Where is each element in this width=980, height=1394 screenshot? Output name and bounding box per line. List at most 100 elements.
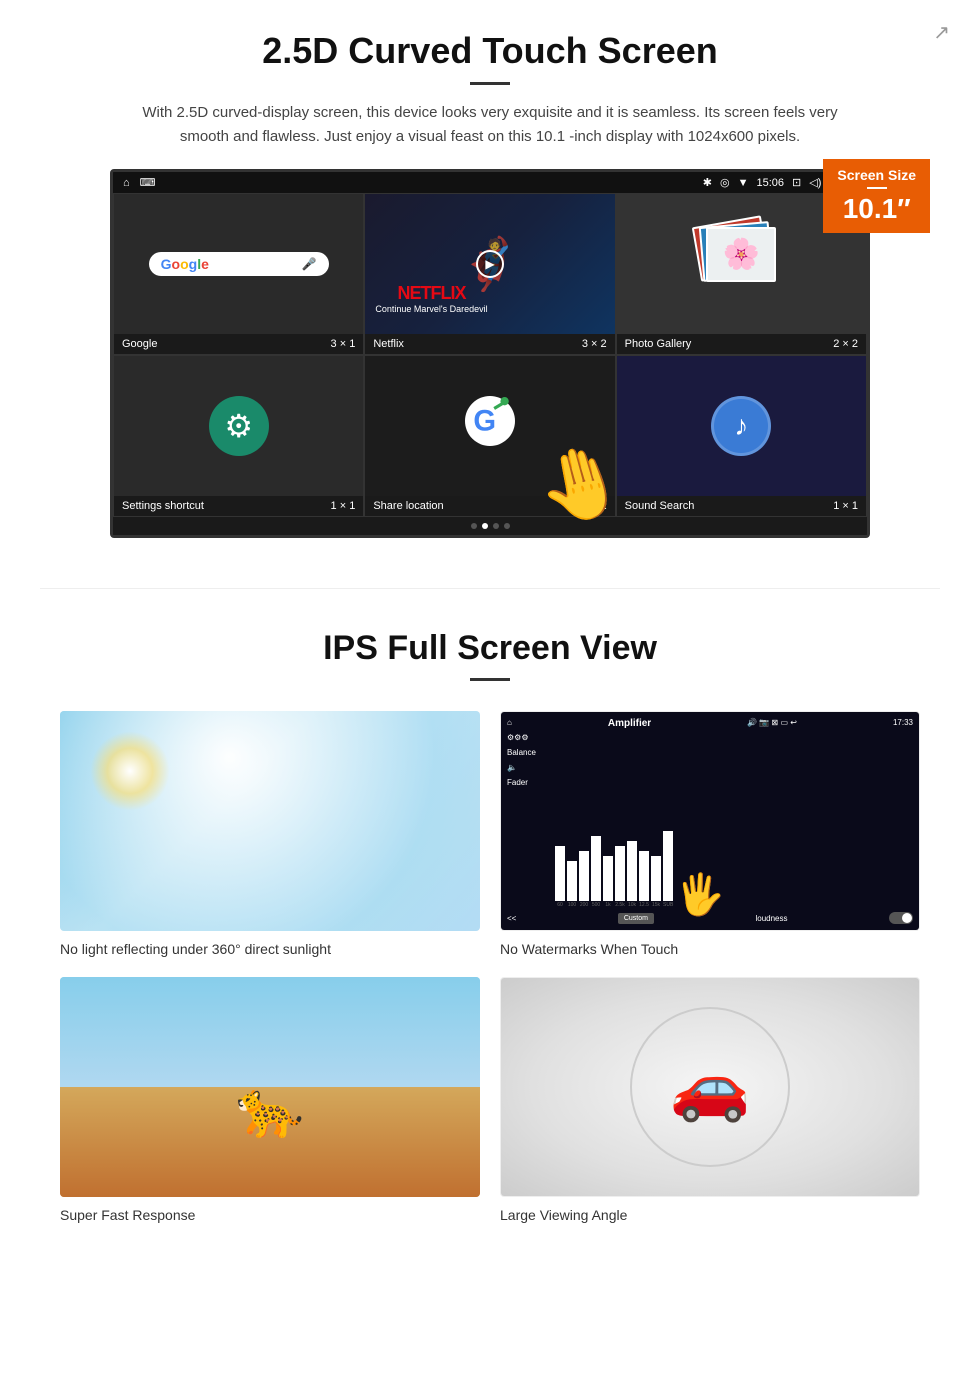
share-app-name: Share location xyxy=(373,500,443,512)
settings-app-name: Settings shortcut xyxy=(122,500,204,512)
screen-dots xyxy=(113,517,867,535)
amp-bars-container: 60 100 200 xyxy=(555,733,913,908)
google-app-name: Google xyxy=(122,338,157,350)
device-screen: ⌂ ⌨ ✱ ◎ ▼ 15:06 ⊡ ◁) ⊠ ▭ xyxy=(110,169,870,538)
play-button[interactable]: ▶ xyxy=(476,250,504,278)
netflix-label-row: Netflix 3 × 2 xyxy=(365,334,614,354)
sound-search-cell[interactable]: ♪ Sound Search 1 × 1 xyxy=(616,355,867,517)
amp-screen: ⌂ Amplifier 🔊 📷 ⊠ ▭ ↩ 17:33 ⚙⚙⚙ Balance … xyxy=(501,712,919,930)
amp-bar-fill-sub xyxy=(663,831,673,901)
amp-bar-fill-15k xyxy=(651,856,661,901)
home-icon[interactable]: ⌂ xyxy=(123,177,130,189)
feature-car: 🚗 ↗ Large Viewing Angle xyxy=(500,977,920,1223)
feature-sunlight: No light reflecting under 360° direct su… xyxy=(60,711,480,957)
amp-loudness-label: loudness xyxy=(755,914,787,923)
settings-label-row: Settings shortcut 1 × 1 xyxy=(114,496,363,516)
photo-label-row: Photo Gallery 2 × 2 xyxy=(617,334,866,354)
badge-line xyxy=(867,187,887,189)
device-wrapper: Screen Size 10.1″ ⌂ ⌨ ✱ ◎ ▼ 15:06 xyxy=(110,169,870,538)
amp-toggle[interactable] xyxy=(889,912,913,924)
page: 2.5D Curved Touch Screen With 2.5D curve… xyxy=(0,0,980,1253)
settings-app-cell[interactable]: ⚙ Settings shortcut 1 × 1 xyxy=(113,355,364,517)
sunlight-visual xyxy=(60,711,480,931)
sound-grid-size: 1 × 1 xyxy=(833,500,858,512)
bluetooth-icon: ✱ xyxy=(703,176,712,189)
amplifier-label: No Watermarks When Touch xyxy=(500,941,920,957)
badge-title: Screen Size xyxy=(837,167,916,183)
section1-description: With 2.5D curved-display screen, this de… xyxy=(140,101,840,149)
amp-custom-btn[interactable]: Custom xyxy=(618,913,654,924)
car-label: Large Viewing Angle xyxy=(500,1207,920,1223)
music-note-icon: ♪ xyxy=(734,410,748,442)
netflix-grid-size: 3 × 2 xyxy=(582,338,607,350)
amp-icons: 🔊 📷 ⊠ ▭ ↩ xyxy=(747,718,797,729)
sunlight-label: No light reflecting under 360° direct su… xyxy=(60,941,480,957)
amp-fader-label: Fader xyxy=(507,778,547,787)
section1-title: 2.5D Curved Touch Screen xyxy=(60,30,920,72)
netflix-cell-content: 🦸 ▶ NETFLIX Continue Marvel's Daredevil xyxy=(365,194,614,334)
netflix-overlay: NETFLIX Continue Marvel's Daredevil xyxy=(375,283,487,314)
amp-left-controls: ⚙⚙⚙ Balance 🔈 Fader xyxy=(507,733,547,908)
amp-bar-fill-200 xyxy=(579,851,589,901)
section2-underline xyxy=(470,678,510,681)
badge-size: 10.1″ xyxy=(837,193,916,225)
car-visual: 🚗 ↗ xyxy=(501,978,919,1196)
netflix-app-name: Netflix xyxy=(373,338,404,350)
google-app-cell[interactable]: Google 🎤 Google 3 × 1 xyxy=(113,193,364,355)
settings-cell-content: ⚙ xyxy=(114,356,363,496)
amp-bar-fill-25k xyxy=(615,846,625,901)
google-maps-svg: G xyxy=(465,396,515,446)
location-icon: ◎ xyxy=(720,176,730,189)
amp-bar-fill-1k xyxy=(603,856,613,901)
netflix-subtitle: Continue Marvel's Daredevil xyxy=(375,304,487,314)
google-search-bar[interactable]: Google 🎤 xyxy=(149,252,329,276)
cheetah-image: 🐆 xyxy=(60,977,480,1197)
usb-icon: ⌨ xyxy=(140,176,156,189)
cheetah-emoji: 🐆 xyxy=(236,1077,304,1142)
photo-stack: 🌸 xyxy=(696,219,786,309)
section2-title: IPS Full Screen View xyxy=(60,629,920,668)
amp-bar-1k: 1k xyxy=(603,856,613,908)
sound-label-row: Sound Search 1 × 1 xyxy=(617,496,866,516)
amp-bar-fill-60 xyxy=(555,846,565,901)
sun-glare xyxy=(90,731,170,811)
section-ips: IPS Full Screen View No light reflecting… xyxy=(0,619,980,1253)
amp-bar-fill-125k xyxy=(639,851,649,901)
dot-3 xyxy=(493,523,499,529)
amp-eq-label: ⚙⚙⚙ xyxy=(507,733,547,742)
cheetah-visual: 🐆 xyxy=(60,977,480,1197)
dot-4 xyxy=(504,523,510,529)
netflix-logo: NETFLIX xyxy=(375,283,487,304)
amp-bar-sub: SUB xyxy=(663,831,673,908)
amp-bar-500: 500 xyxy=(591,836,601,908)
svg-text:G: G xyxy=(473,405,496,437)
time-display: 15:06 xyxy=(757,177,785,189)
photo-grid-size: 2 × 2 xyxy=(833,338,858,350)
amp-hand-icon: 🖐 xyxy=(675,871,725,918)
feature-cheetah: 🐆 Super Fast Response xyxy=(60,977,480,1223)
share-location-cell[interactable]: 🤚 G S xyxy=(364,355,615,517)
amp-bar-fill-500 xyxy=(591,836,601,901)
section1-underline xyxy=(470,82,510,85)
camera-icon: ⊡ xyxy=(792,176,801,189)
photo-app-name: Photo Gallery xyxy=(625,338,692,350)
maps-icon: G xyxy=(465,396,515,456)
google-logo: Google xyxy=(161,256,209,272)
amp-bar-125k: 12.5 xyxy=(639,851,649,908)
mic-icon[interactable]: 🎤 xyxy=(302,257,317,271)
google-cell-content: Google 🎤 xyxy=(114,194,363,334)
amp-bar-200: 200 xyxy=(579,851,589,908)
car-image: 🚗 ↗ xyxy=(500,977,920,1197)
amp-home-icon: ⌂ xyxy=(507,718,512,729)
amp-bar-10k: 10k xyxy=(627,841,637,908)
sound-icon-circle: ♪ xyxy=(711,396,771,456)
amp-vol-icon: 🔈 xyxy=(507,763,547,772)
dot-2 xyxy=(482,523,488,529)
sunlight-image xyxy=(60,711,480,931)
netflix-app-cell[interactable]: 🦸 ▶ NETFLIX Continue Marvel's Daredevil … xyxy=(364,193,615,355)
status-bar-left: ⌂ ⌨ xyxy=(123,176,156,189)
amp-title-label: Amplifier xyxy=(608,718,651,729)
amp-toggle-knob xyxy=(902,913,912,923)
amp-time: 17:33 xyxy=(893,718,913,729)
amp-bar-60: 60 xyxy=(555,846,565,908)
